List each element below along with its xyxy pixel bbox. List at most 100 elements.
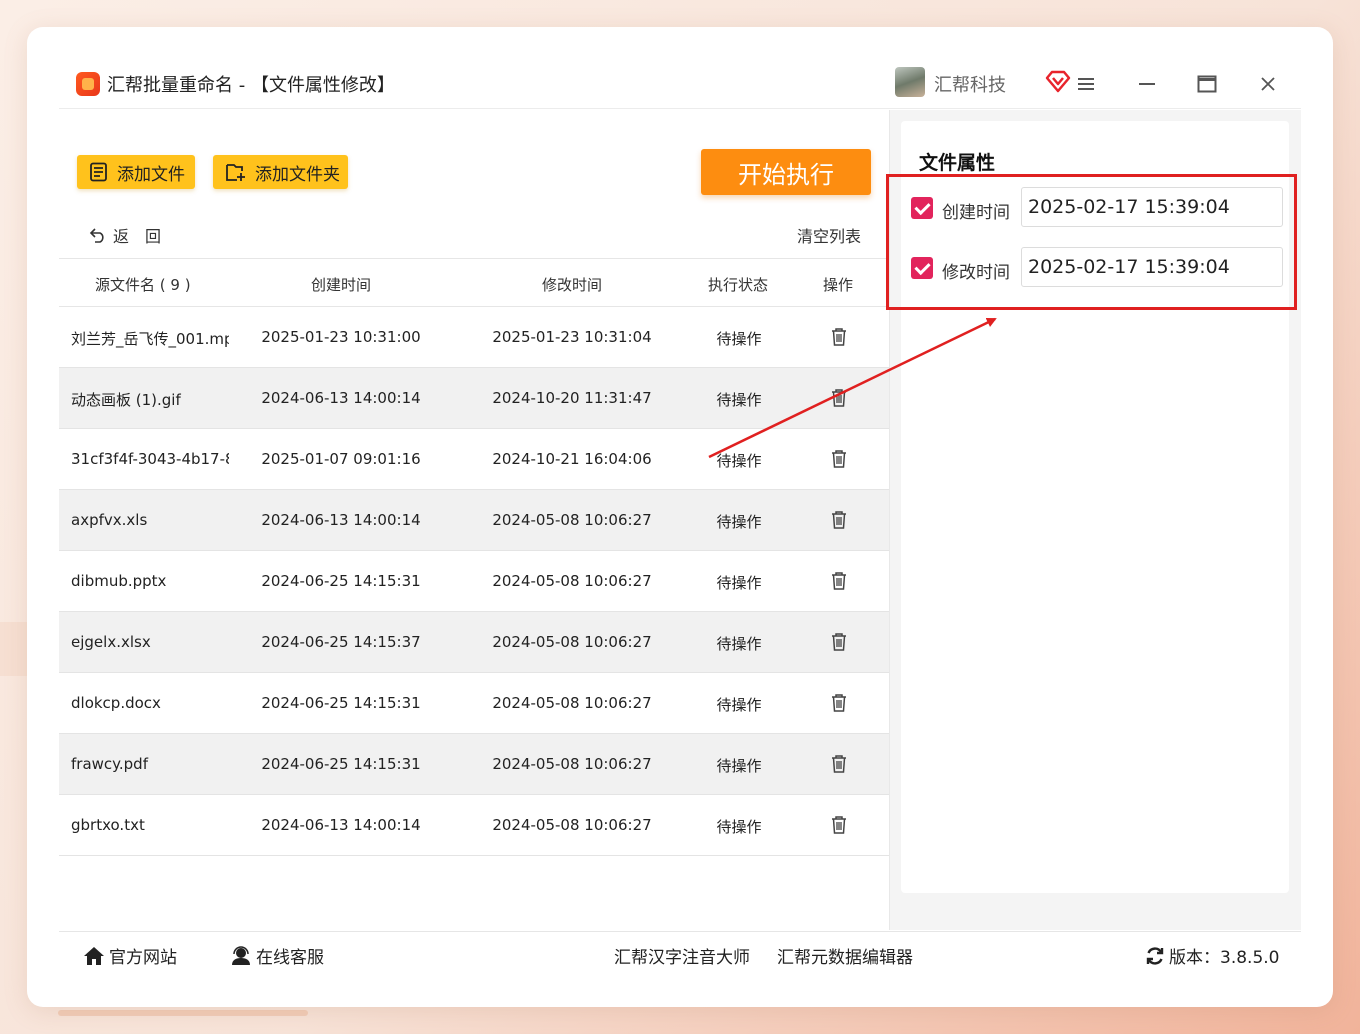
official-website-label: 官方网站 <box>109 948 177 968</box>
modified-time-cell: 2024-05-08 10:06:27 <box>492 511 652 529</box>
file-name-cell: dlokcp.docx <box>71 694 161 712</box>
status-cell: 待操作 <box>716 574 762 592</box>
modified-time-cell: 2024-05-08 10:06:27 <box>492 816 652 834</box>
footer-bar: 官方网站 在线客服 汇帮汉字注音大师 汇帮元数据编辑器 版本：3.8.5.0 <box>59 931 1301 973</box>
table-row[interactable]: dibmub.pptx 2024-06-25 14:15:31 2024-05-08… <box>59 551 889 612</box>
modified-time-cell: 2024-05-08 10:06:27 <box>492 755 652 773</box>
status-cell: 待操作 <box>716 452 762 470</box>
version-info[interactable]: 版本：3.8.5.0 <box>1145 943 1279 968</box>
title-bar: 汇帮批量重命名 - 【文件属性修改】 汇帮科技 <box>59 57 1301 109</box>
table-row[interactable]: 31cf3f4f-3043-4b17-8 2025-01-07 09:01:16 2… <box>59 429 889 490</box>
file-name-cell: 动态画板 (1).gif <box>71 391 181 409</box>
refresh-icon <box>1146 946 1164 965</box>
table-body: 刘兰芳_岳飞传_001.mp3 2025-01-23 10:31:00 2025-0… <box>59 307 889 856</box>
background-strip <box>0 622 30 676</box>
table-row[interactable]: ejgelx.xlsx 2024-06-25 14:15:37 2024-05-08… <box>59 612 889 673</box>
metadata-editor-link[interactable]: 汇帮元数据编辑器 <box>777 943 913 968</box>
app-window: 汇帮批量重命名 - 【文件属性修改】 汇帮科技 添加文件 添加文件夹 开始执行 … <box>27 27 1333 1007</box>
created-time-cell: 2025-01-07 09:01:16 <box>261 450 421 468</box>
modified-time-cell: 2024-05-08 10:06:27 <box>492 572 652 590</box>
add-folder-button[interactable]: 添加文件夹 <box>213 155 348 189</box>
table-row[interactable]: 动态画板 (1).gif 2024-06-13 14:00:14 2024-10-2… <box>59 368 889 429</box>
file-list-panel: 添加文件 添加文件夹 开始执行 返 回 清空列表 源文件名 (9) 创建时间… <box>59 110 889 930</box>
back-label: 返 回 <box>113 227 162 246</box>
created-time-cell: 2024-06-25 14:15:31 <box>261 572 421 590</box>
table-row[interactable]: frawcy.pdf 2024-06-25 14:15:31 2024-05-08 … <box>59 734 889 795</box>
pinyin-tool-link[interactable]: 汇帮汉字注音大师 <box>614 943 750 968</box>
back-button[interactable]: 返 回 <box>89 223 161 247</box>
attributes-title: 文件属性 <box>919 152 996 174</box>
add-file-label: 添加文件 <box>117 164 185 185</box>
table-row[interactable]: 刘兰芳_岳飞传_001.mp3 2025-01-23 10:31:00 2025-0… <box>59 307 889 368</box>
back-arrow-icon <box>89 228 104 243</box>
header-mtime[interactable]: 修改时间 <box>542 274 602 295</box>
created-time-cell: 2024-06-25 14:15:31 <box>261 755 421 773</box>
created-time-cell: 2024-06-25 14:15:31 <box>261 694 421 712</box>
home-icon <box>84 946 104 965</box>
table-row[interactable]: gbrtxo.txt 2024-06-13 14:00:14 2024-05-08 … <box>59 795 889 856</box>
created-time-cell: 2024-06-25 14:15:37 <box>261 633 421 651</box>
file-name-cell: axpfvx.xls <box>71 511 148 529</box>
file-name-cell: frawcy.pdf <box>71 755 148 773</box>
file-list-icon <box>90 162 107 182</box>
header-ctime[interactable]: 创建时间 <box>311 274 371 295</box>
start-button[interactable]: 开始执行 <box>701 149 871 195</box>
status-cell: 待操作 <box>716 757 762 775</box>
add-folder-label: 添加文件夹 <box>255 164 340 185</box>
delete-icon[interactable] <box>830 510 848 530</box>
window-inner: 汇帮批量重命名 - 【文件属性修改】 汇帮科技 添加文件 添加文件夹 开始执行 … <box>59 57 1301 973</box>
delete-icon[interactable] <box>830 571 848 591</box>
header-action: 操作 <box>823 276 854 294</box>
online-support-link[interactable]: 在线客服 <box>230 943 324 968</box>
highlight-annotation-box <box>886 174 1297 310</box>
created-time-cell: 2024-06-13 14:00:14 <box>261 511 421 529</box>
close-icon[interactable] <box>1253 69 1283 99</box>
version-label: 版本：3.8.5.0 <box>1169 948 1280 968</box>
created-time-cell: 2024-06-13 14:00:14 <box>261 816 421 834</box>
support-agent-icon <box>232 945 250 965</box>
delete-icon[interactable] <box>830 327 848 347</box>
vip-diamond-icon[interactable] <box>1045 69 1071 93</box>
table-row[interactable]: axpfvx.xls 2024-06-13 14:00:14 2024-05-08 … <box>59 490 889 551</box>
official-website-link[interactable]: 官方网站 <box>83 943 177 968</box>
menu-icon[interactable] <box>1071 69 1101 99</box>
delete-icon[interactable] <box>830 388 848 408</box>
background-bar <box>58 1010 308 1016</box>
file-name-cell: ejgelx.xlsx <box>71 633 151 651</box>
modified-time-cell: 2025-01-23 10:31:04 <box>492 328 652 346</box>
modified-time-cell: 2024-05-08 10:06:27 <box>492 633 652 651</box>
maximize-icon[interactable] <box>1192 69 1222 99</box>
status-cell: 待操作 <box>716 635 762 653</box>
status-cell: 待操作 <box>716 513 762 531</box>
file-name-cell: gbrtxo.txt <box>71 816 145 834</box>
clear-list-button[interactable]: 清空列表 <box>797 223 861 247</box>
file-name-cell: dibmub.pptx <box>71 572 167 590</box>
file-table: 源文件名 ( 9 ) 创建时间 修改时间 执行状态 操作 刘兰芳_岳飞传_001… <box>59 258 889 856</box>
modified-time-cell: 2024-10-21 16:04:06 <box>492 450 652 468</box>
status-cell: 待操作 <box>716 330 762 348</box>
delete-icon[interactable] <box>830 632 848 652</box>
file-name-cell: 刘兰芳_岳飞传_001.mp3 <box>71 330 229 348</box>
app-logo-icon <box>76 72 100 96</box>
user-avatar[interactable] <box>895 67 925 97</box>
delete-icon[interactable] <box>830 815 848 835</box>
status-cell: 待操作 <box>716 696 762 714</box>
created-time-cell: 2025-01-23 10:31:00 <box>261 328 421 346</box>
created-time-cell: 2024-06-13 14:00:14 <box>261 389 421 407</box>
header-name[interactable]: 源文件名 ( 9 ) <box>95 274 191 295</box>
add-file-button[interactable]: 添加文件 <box>77 155 195 189</box>
online-support-label: 在线客服 <box>256 948 324 968</box>
table-header: 源文件名 ( 9 ) 创建时间 修改时间 执行状态 操作 <box>59 258 889 307</box>
status-cell: 待操作 <box>716 818 762 836</box>
header-status: 执行状态 <box>708 276 769 294</box>
status-cell: 待操作 <box>716 391 762 409</box>
table-row[interactable]: dlokcp.docx 2024-06-25 14:15:31 2024-05-08… <box>59 673 889 734</box>
file-name-cell: 31cf3f4f-3043-4b17-8 <box>71 450 229 468</box>
delete-icon[interactable] <box>830 754 848 774</box>
delete-icon[interactable] <box>830 449 848 469</box>
minimize-icon[interactable] <box>1132 69 1162 99</box>
window-title: 汇帮批量重命名 - 【文件属性修改】 <box>107 75 395 96</box>
modified-time-cell: 2024-10-20 11:31:47 <box>492 389 652 407</box>
delete-icon[interactable] <box>830 693 848 713</box>
brand-name[interactable]: 汇帮科技 <box>934 71 1006 97</box>
